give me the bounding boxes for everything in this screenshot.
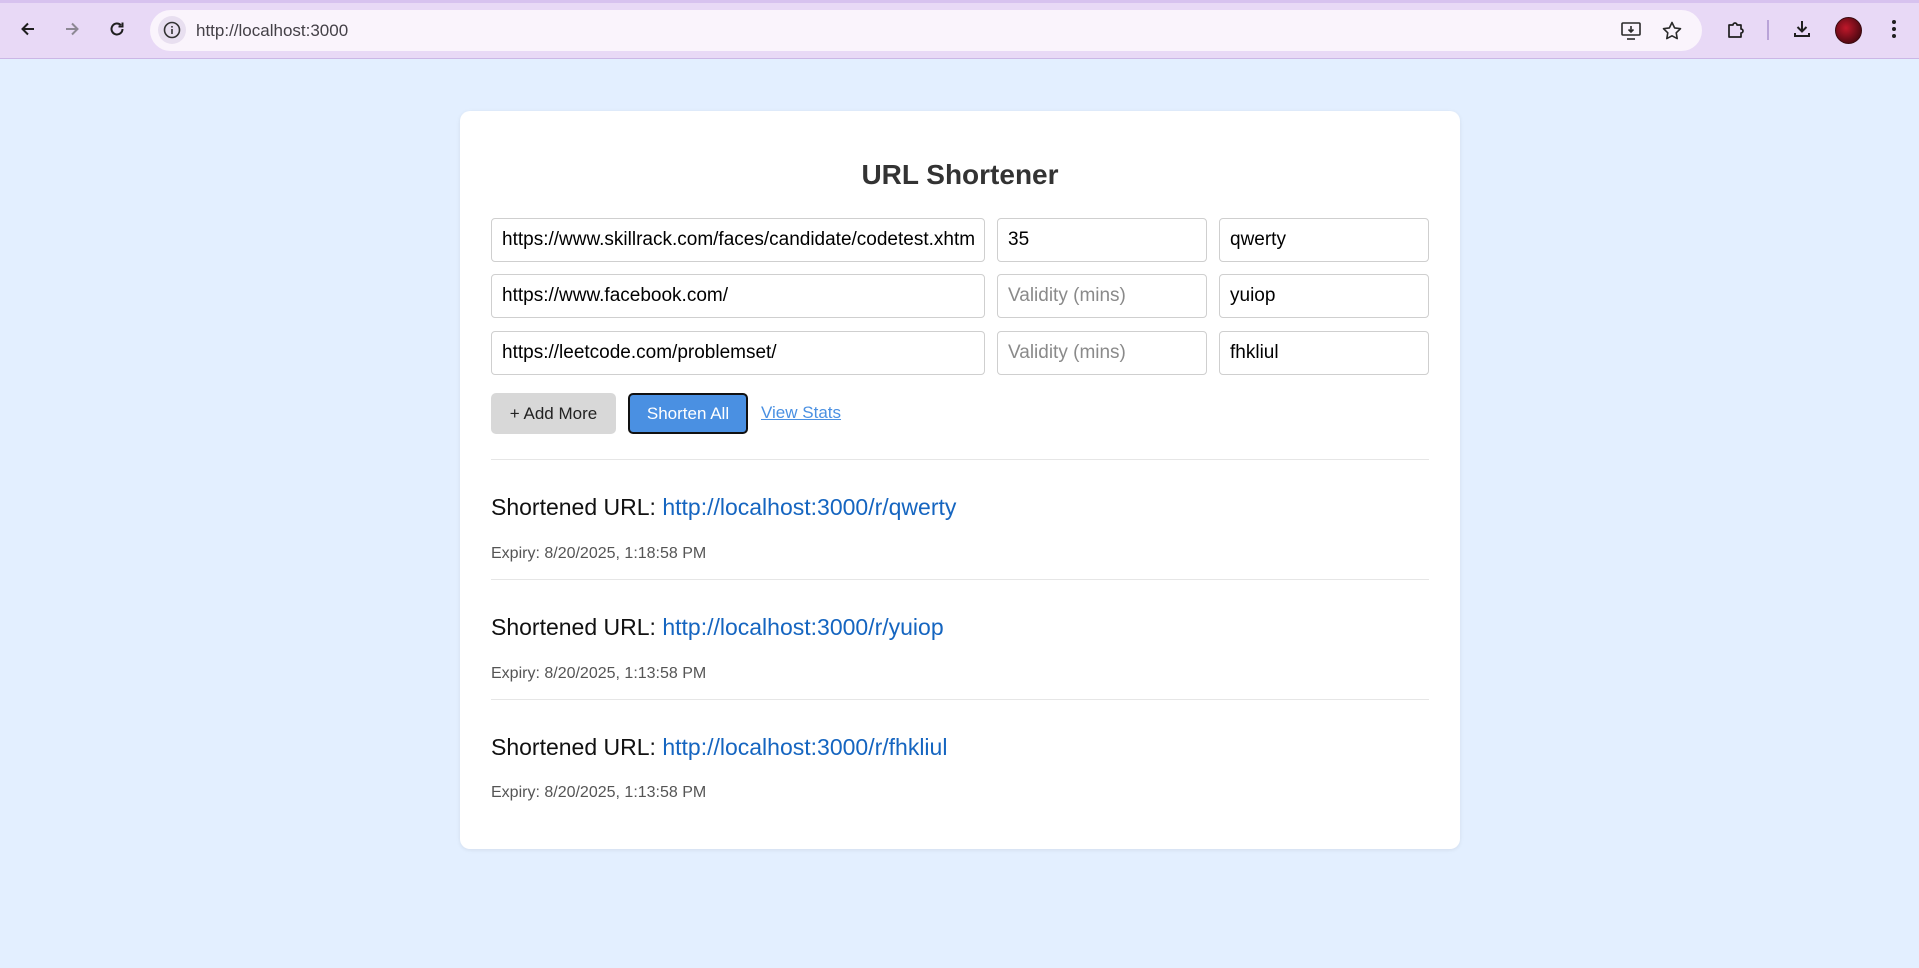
install-app-icon[interactable]: [1618, 18, 1644, 44]
toolbar-divider: [1767, 20, 1769, 40]
shorten-all-button[interactable]: Shorten All: [628, 393, 748, 434]
back-arrow-icon: [21, 22, 34, 36]
long-url-input-1[interactable]: [491, 218, 985, 262]
profile-avatar[interactable]: [1835, 17, 1862, 44]
back-button[interactable]: [13, 14, 43, 44]
short-url-link[interactable]: http://localhost:3000/r/fhkliul: [662, 734, 947, 760]
site-info-icon[interactable]: [158, 16, 186, 44]
tab-strip: [0, 0, 1919, 3]
result-label: Shortened URL:: [491, 614, 656, 640]
result-item: Shortened URL: http://localhost:3000/r/q…: [491, 494, 956, 521]
view-stats-link[interactable]: View Stats: [761, 403, 841, 423]
result-item: Shortened URL: http://localhost:3000/r/y…: [491, 614, 944, 641]
page-title: URL Shortener: [861, 159, 1059, 190]
result-divider: [491, 699, 1429, 700]
browser-toolbar: http://localhost:3000: [0, 0, 1919, 59]
reload-button[interactable]: [102, 14, 132, 44]
extensions-icon[interactable]: [1722, 15, 1750, 43]
shortener-card: URL Shortener + Add More Shorten All Vie…: [460, 111, 1460, 849]
shortcode-input-1[interactable]: [1219, 218, 1429, 262]
expiry-text: Expiry: 8/20/2025, 1:13:58 PM: [491, 784, 707, 801]
downloads-icon[interactable]: [1788, 15, 1816, 43]
long-url-input-3[interactable]: [491, 331, 985, 375]
bookmark-star-icon[interactable]: [1659, 18, 1685, 44]
address-url[interactable]: http://localhost:3000: [196, 21, 348, 41]
validity-input-3[interactable]: [997, 331, 1207, 375]
shortcode-input-2[interactable]: [1219, 274, 1429, 318]
short-url-link[interactable]: http://localhost:3000/r/yuiop: [662, 614, 943, 640]
expiry-text: Expiry: 8/20/2025, 1:18:58 PM: [491, 545, 707, 562]
expiry-text: Expiry: 8/20/2025, 1:13:58 PM: [491, 665, 707, 682]
result-label: Shortened URL:: [491, 494, 656, 520]
result-label: Shortened URL:: [491, 734, 656, 760]
add-more-button[interactable]: + Add More: [491, 393, 616, 434]
address-bar[interactable]: http://localhost:3000: [150, 10, 1702, 51]
result-item: Shortened URL: http://localhost:3000/r/f…: [491, 734, 947, 761]
forward-button[interactable]: [57, 14, 87, 44]
long-url-input-2[interactable]: [491, 274, 985, 318]
reload-icon: [110, 22, 124, 36]
forward-arrow-icon: [66, 22, 79, 36]
shortcode-input-3[interactable]: [1219, 331, 1429, 375]
menu-kebab-icon[interactable]: [1880, 15, 1908, 43]
validity-input-2[interactable]: [997, 274, 1207, 318]
section-divider: [491, 459, 1429, 460]
short-url-link[interactable]: http://localhost:3000/r/qwerty: [662, 494, 956, 520]
result-divider: [491, 579, 1429, 580]
validity-input-1[interactable]: [997, 218, 1207, 262]
